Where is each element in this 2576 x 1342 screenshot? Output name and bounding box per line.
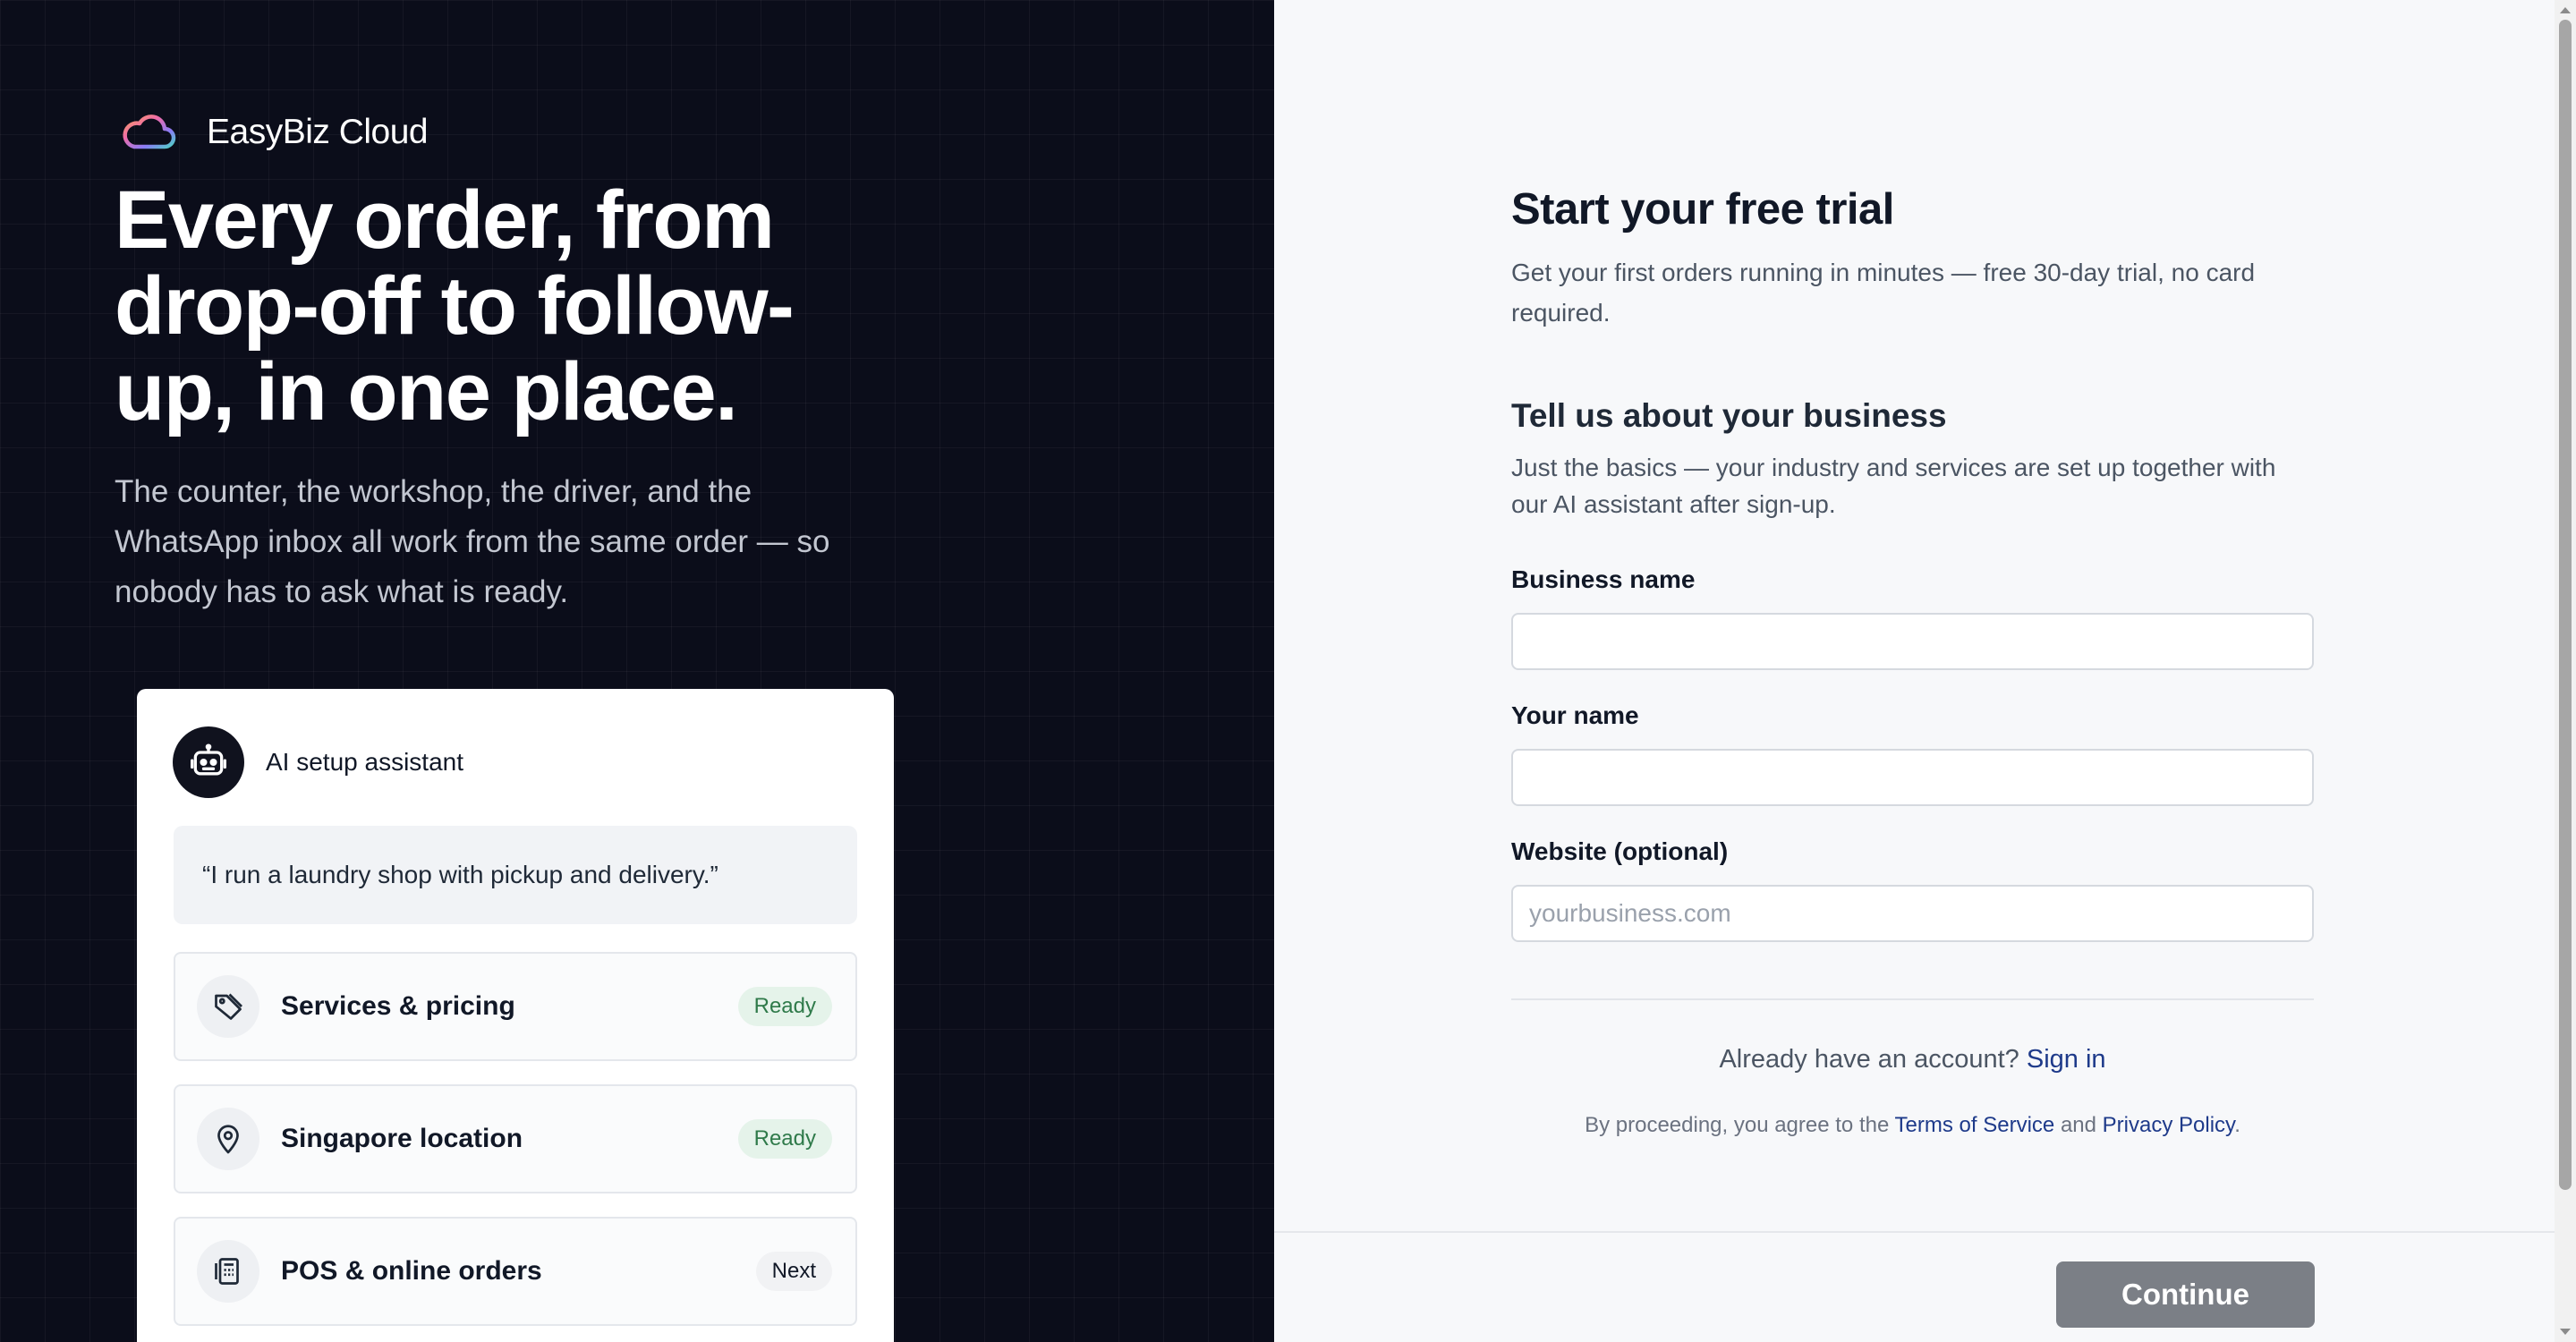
legal-notice: By proceeding, you agree to the Terms of… bbox=[1511, 1113, 2314, 1138]
step-icon-wrap bbox=[197, 1240, 259, 1303]
website-label: Website (optional) bbox=[1511, 837, 1729, 865]
sign-in-link[interactable]: Sign in bbox=[2027, 1045, 2106, 1074]
step-pos-online-orders: POS & online orders Next bbox=[174, 1217, 857, 1326]
status-badge: Ready bbox=[737, 987, 832, 1026]
status-badge: Ready bbox=[737, 1119, 832, 1159]
your-name-label: Your name bbox=[1511, 701, 1639, 729]
privacy-policy-link[interactable]: Privacy Policy bbox=[2103, 1113, 2235, 1137]
section-title: Tell us about your business bbox=[1511, 397, 1947, 434]
tag-icon bbox=[215, 993, 242, 1020]
register-icon bbox=[215, 1258, 239, 1285]
scrollbar[interactable] bbox=[2555, 0, 2576, 1342]
form-title: Start your free trial bbox=[1511, 185, 1894, 234]
divider bbox=[1511, 998, 2314, 1000]
step-singapore-location: Singapore location Ready bbox=[174, 1084, 857, 1193]
step-label: Singapore location bbox=[281, 1124, 523, 1153]
brand[interactable]: EasyBiz Cloud bbox=[122, 111, 429, 154]
legal-and: and bbox=[2060, 1113, 2096, 1137]
signin-prompt-line: Already have an account? Sign in bbox=[1511, 1045, 2314, 1074]
form-subtitle: Get your first orders running in minutes… bbox=[1511, 259, 2256, 327]
bot-avatar bbox=[173, 726, 244, 798]
your-name-input[interactable] bbox=[1511, 749, 2314, 806]
step-label: POS & online orders bbox=[281, 1256, 542, 1286]
footer-divider bbox=[1274, 1231, 2555, 1233]
business-name-label: Business name bbox=[1511, 565, 1696, 593]
scrollbar-thumb[interactable] bbox=[2559, 20, 2572, 1190]
continue-button[interactable]: Continue bbox=[2056, 1261, 2315, 1328]
legal-prefix: By proceeding, you agree to the bbox=[1585, 1113, 1890, 1137]
scroll-up-arrow-icon[interactable] bbox=[2559, 5, 2572, 14]
card-header: AI setup assistant bbox=[173, 726, 463, 798]
step-icon-wrap bbox=[197, 1108, 259, 1170]
terms-of-service-link[interactable]: Terms of Service bbox=[1895, 1113, 2055, 1137]
scroll-down-arrow-icon[interactable] bbox=[2559, 1328, 2572, 1337]
step-services-pricing: Services & pricing Ready bbox=[174, 952, 857, 1061]
map-pin-icon bbox=[217, 1125, 239, 1154]
legal-suffix: . bbox=[2234, 1113, 2240, 1137]
cloud-gradient-icon bbox=[123, 115, 176, 149]
step-icon-wrap bbox=[197, 975, 259, 1038]
step-label: Services & pricing bbox=[281, 991, 515, 1021]
signup-form-panel: Start your free trial Get your first ord… bbox=[1274, 0, 2555, 1342]
website-input[interactable] bbox=[1511, 885, 2314, 942]
marketing-panel: EasyBiz Cloud Every order, from drop-off… bbox=[0, 0, 1274, 1342]
card-title: AI setup assistant bbox=[266, 748, 464, 776]
ai-assistant-card: AI setup assistant “I run a laundry shop… bbox=[137, 689, 894, 1342]
section-subtitle: Just the basics — your industry and serv… bbox=[1511, 454, 2276, 518]
hero-subtitle: The counter, the workshop, the driver, a… bbox=[115, 474, 830, 609]
signin-prompt: Already have an account? bbox=[1719, 1045, 2019, 1074]
hero-title: Every order, from drop-off to follow-up,… bbox=[115, 174, 795, 437]
business-name-input[interactable] bbox=[1511, 613, 2314, 670]
status-badge: Next bbox=[755, 1252, 832, 1291]
brand-name: EasyBiz Cloud bbox=[207, 113, 429, 151]
signup-page: EasyBiz Cloud Every order, from drop-off… bbox=[0, 0, 2576, 1342]
robot-icon bbox=[191, 743, 226, 776]
assistant-quote: “I run a laundry shop with pickup and de… bbox=[174, 826, 857, 924]
